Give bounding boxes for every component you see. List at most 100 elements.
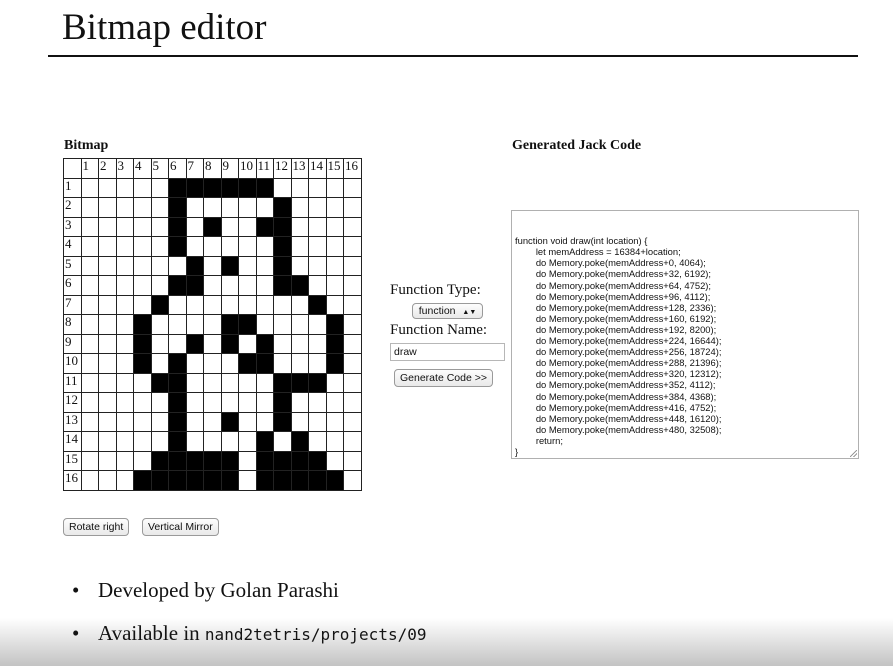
pixel-cell[interactable] — [220, 372, 239, 393]
pixel-cell[interactable] — [325, 177, 344, 198]
pixel-cell[interactable] — [115, 275, 134, 296]
pixel-cell[interactable] — [150, 353, 169, 374]
pixel-cell[interactable] — [115, 353, 134, 374]
pixel-cell[interactable] — [220, 236, 239, 257]
pixel-cell[interactable] — [168, 450, 187, 471]
pixel-cell[interactable] — [185, 197, 204, 218]
pixel-cell[interactable] — [255, 216, 274, 237]
pixel-cell[interactable] — [115, 411, 134, 432]
pixel-cell[interactable] — [343, 236, 362, 257]
pixel-cell[interactable] — [290, 275, 309, 296]
pixel-cell[interactable] — [168, 333, 187, 354]
pixel-cell[interactable] — [98, 411, 117, 432]
pixel-cell[interactable] — [255, 450, 274, 471]
pixel-cell[interactable] — [343, 333, 362, 354]
pixel-cell[interactable] — [343, 275, 362, 296]
pixel-cell[interactable] — [203, 470, 222, 491]
pixel-cell[interactable] — [220, 255, 239, 276]
pixel-cell[interactable] — [308, 450, 327, 471]
pixel-cell[interactable] — [343, 294, 362, 315]
pixel-cell[interactable] — [290, 197, 309, 218]
pixel-cell[interactable] — [168, 255, 187, 276]
pixel-cell[interactable] — [133, 411, 152, 432]
pixel-cell[interactable] — [133, 333, 152, 354]
pixel-cell[interactable] — [203, 431, 222, 452]
pixel-cell[interactable] — [168, 177, 187, 198]
pixel-cell[interactable] — [168, 275, 187, 296]
pixel-cell[interactable] — [203, 275, 222, 296]
pixel-cell[interactable] — [273, 294, 292, 315]
pixel-cell[interactable] — [115, 450, 134, 471]
pixel-cell[interactable] — [290, 177, 309, 198]
pixel-cell[interactable] — [325, 216, 344, 237]
pixel-cell[interactable] — [290, 314, 309, 335]
pixel-cell[interactable] — [273, 470, 292, 491]
pixel-cell[interactable] — [220, 392, 239, 413]
pixel-cell[interactable] — [255, 314, 274, 335]
pixel-cell[interactable] — [133, 372, 152, 393]
pixel-cell[interactable] — [238, 275, 257, 296]
vertical-mirror-button[interactable]: Vertical Mirror — [142, 518, 219, 536]
pixel-cell[interactable] — [325, 275, 344, 296]
function-name-input[interactable]: draw — [390, 343, 505, 361]
pixel-cell[interactable] — [133, 216, 152, 237]
pixel-cell[interactable] — [308, 411, 327, 432]
pixel-cell[interactable] — [150, 197, 169, 218]
pixel-cell[interactable] — [308, 197, 327, 218]
pixel-cell[interactable] — [238, 470, 257, 491]
pixel-cell[interactable] — [238, 333, 257, 354]
pixel-cell[interactable] — [150, 177, 169, 198]
pixel-cell[interactable] — [273, 314, 292, 335]
pixel-cell[interactable] — [150, 275, 169, 296]
pixel-cell[interactable] — [98, 392, 117, 413]
pixel-cell[interactable] — [168, 411, 187, 432]
pixel-cell[interactable] — [325, 470, 344, 491]
pixel-cell[interactable] — [168, 431, 187, 452]
pixel-cell[interactable] — [325, 314, 344, 335]
pixel-cell[interactable] — [133, 255, 152, 276]
pixel-cell[interactable] — [238, 216, 257, 237]
pixel-cell[interactable] — [80, 392, 99, 413]
pixel-cell[interactable] — [185, 216, 204, 237]
pixel-cell[interactable] — [273, 177, 292, 198]
pixel-cell[interactable] — [80, 255, 99, 276]
generate-code-button[interactable]: Generate Code >> — [394, 369, 493, 387]
pixel-cell[interactable] — [203, 372, 222, 393]
pixel-cell[interactable] — [150, 431, 169, 452]
pixel-cell[interactable] — [343, 431, 362, 452]
pixel-cell[interactable] — [255, 294, 274, 315]
pixel-cell[interactable] — [80, 372, 99, 393]
pixel-cell[interactable] — [203, 450, 222, 471]
pixel-cell[interactable] — [238, 314, 257, 335]
pixel-cell[interactable] — [185, 392, 204, 413]
pixel-cell[interactable] — [238, 431, 257, 452]
pixel-cell[interactable] — [80, 411, 99, 432]
pixel-cell[interactable] — [273, 450, 292, 471]
pixel-cell[interactable] — [255, 333, 274, 354]
pixel-cell[interactable] — [255, 255, 274, 276]
pixel-cell[interactable] — [185, 333, 204, 354]
pixel-cell[interactable] — [115, 333, 134, 354]
pixel-cell[interactable] — [255, 275, 274, 296]
pixel-cell[interactable] — [308, 353, 327, 374]
pixel-cell[interactable] — [238, 372, 257, 393]
pixel-cell[interactable] — [115, 177, 134, 198]
pixel-cell[interactable] — [185, 275, 204, 296]
pixel-cell[interactable] — [98, 333, 117, 354]
pixel-cell[interactable] — [255, 411, 274, 432]
pixel-cell[interactable] — [308, 216, 327, 237]
pixel-cell[interactable] — [343, 372, 362, 393]
pixel-cell[interactable] — [185, 353, 204, 374]
pixel-cell[interactable] — [150, 392, 169, 413]
pixel-cell[interactable] — [203, 216, 222, 237]
pixel-cell[interactable] — [273, 411, 292, 432]
pixel-cell[interactable] — [98, 275, 117, 296]
pixel-cell[interactable] — [203, 411, 222, 432]
pixel-cell[interactable] — [238, 450, 257, 471]
pixel-cell[interactable] — [325, 255, 344, 276]
pixel-cell[interactable] — [115, 236, 134, 257]
pixel-cell[interactable] — [273, 236, 292, 257]
pixel-cell[interactable] — [220, 450, 239, 471]
pixel-cell[interactable] — [98, 255, 117, 276]
pixel-cell[interactable] — [185, 470, 204, 491]
